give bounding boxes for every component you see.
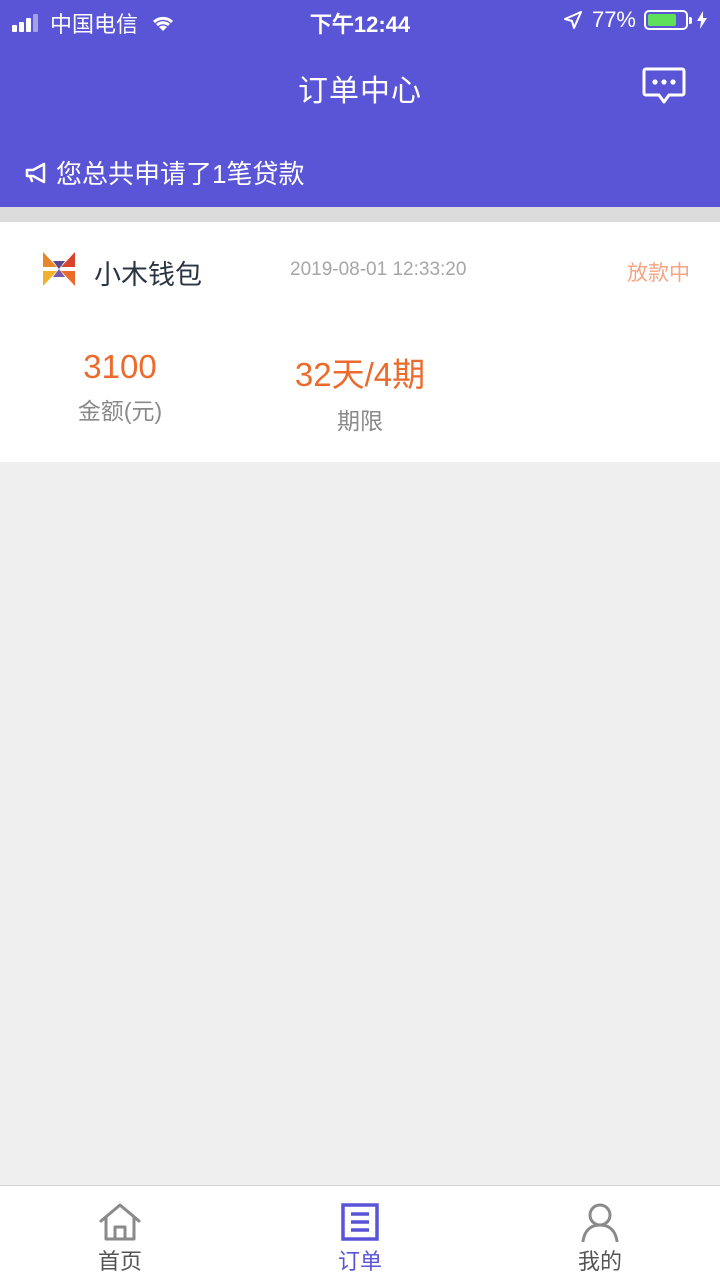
order-list-icon	[341, 1203, 379, 1241]
tab-orders-label: 订单	[337, 1249, 382, 1274]
status-right: 77%	[563, 7, 708, 33]
header: 中国电信 下午12:44 77% 订单中心 您总共申请了1笔贷款	[0, 0, 720, 207]
term-value: 32天/4期	[294, 356, 426, 393]
section-divider	[0, 207, 720, 222]
battery-fill	[648, 14, 676, 26]
tab-orders[interactable]: 订单	[240, 1186, 480, 1280]
status-bar: 中国电信 下午12:44 77%	[0, 0, 720, 40]
charging-icon	[697, 11, 707, 29]
amount-metric: 3100 金额(元)	[60, 348, 180, 426]
chat-bubble-icon	[642, 67, 686, 104]
battery-icon	[644, 10, 692, 30]
amount-value: 3100	[83, 348, 157, 385]
amount-label: 金额(元)	[77, 398, 163, 424]
order-status-badge: 放款中	[627, 262, 690, 285]
order-card[interactable]: 小木钱包 2019-08-01 12:33:20 放款中 3100 金额(元) …	[0, 222, 720, 462]
term-metric: 32天/4期 期限	[270, 348, 450, 436]
loan-notice: 您总共申请了1笔贷款	[24, 154, 304, 191]
tab-profile-label: 我的	[577, 1249, 622, 1274]
product-name: 小木钱包	[94, 260, 202, 290]
tab-bar: 首页 订单 我的	[0, 1185, 720, 1280]
notice-text: 您总共申请了1笔贷款	[56, 159, 305, 189]
location-icon	[563, 11, 582, 29]
home-icon	[99, 1203, 141, 1241]
tab-home[interactable]: 首页	[0, 1186, 240, 1280]
battery-percent: 77%	[591, 7, 636, 32]
xiaomu-wallet-logo-icon	[43, 252, 75, 286]
message-button[interactable]	[642, 66, 686, 106]
page-title: 订单中心	[298, 75, 422, 108]
tab-home-label: 首页	[97, 1249, 142, 1274]
user-icon	[581, 1203, 619, 1242]
order-datetime: 2019-08-01 12:33:20	[290, 259, 467, 280]
megaphone-icon	[25, 162, 46, 183]
tab-profile[interactable]: 我的	[480, 1186, 720, 1280]
term-label: 期限	[337, 408, 383, 434]
